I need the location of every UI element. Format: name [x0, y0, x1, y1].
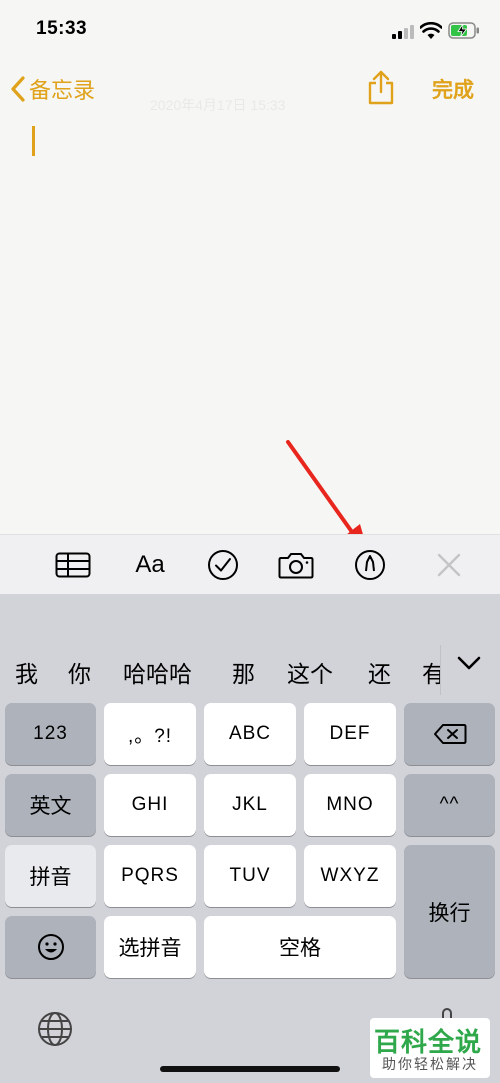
key-pqrs[interactable]: PQRS [104, 845, 196, 907]
emoji-key[interactable] [5, 916, 96, 978]
status-bar: 15:33 [0, 0, 500, 62]
candidate-item[interactable]: 还 [368, 655, 391, 689]
space-key[interactable]: 空格 [204, 916, 396, 978]
cellular-signal-icon [392, 25, 414, 39]
watermark-subtitle: 助你轻松解决 [382, 1056, 478, 1072]
delete-key[interactable] [404, 703, 495, 765]
chevron-down-icon[interactable] [456, 654, 482, 672]
key-jkl[interactable]: JKL [204, 774, 296, 836]
back-button[interactable]: 备忘录 [10, 70, 95, 108]
candidate-item[interactable]: 我 [15, 655, 38, 689]
key-wxyz[interactable]: WXYZ [304, 845, 396, 907]
text-cursor [32, 126, 35, 156]
candidate-divider [440, 645, 441, 695]
candidate-item[interactable]: 哈哈哈 [123, 655, 192, 689]
select-pinyin-key[interactable]: 选拼音 [104, 916, 196, 978]
status-time: 15:33 [36, 18, 88, 39]
key-ghi[interactable]: GHI [104, 774, 196, 836]
key-abc[interactable]: ABC [204, 703, 296, 765]
key-tuv[interactable]: TUV [204, 845, 296, 907]
wifi-icon [420, 22, 442, 39]
table-button[interactable] [53, 548, 93, 582]
emoji-icon [37, 934, 64, 960]
numbers-key[interactable]: 123 [5, 703, 96, 765]
punctuation-key[interactable]: ,。?! [104, 703, 196, 765]
key-mno[interactable]: MNO [304, 774, 396, 836]
candidate-item[interactable]: 那 [232, 655, 255, 689]
checklist-button[interactable] [203, 548, 243, 582]
markup-button[interactable] [350, 548, 390, 582]
back-label: 备忘录 [29, 78, 96, 103]
markup-pen-icon [355, 550, 385, 580]
candidate-item[interactable]: 这个 [287, 655, 333, 689]
done-button[interactable]: 完成 [432, 74, 474, 104]
dismiss-button[interactable] [429, 548, 469, 582]
candidate-item[interactable]: 有 [422, 655, 440, 689]
key-def[interactable]: DEF [304, 703, 396, 765]
battery-charging-icon [448, 22, 479, 39]
checklist-icon [208, 550, 238, 580]
chevron-left-icon [11, 76, 25, 102]
pinyin-key[interactable]: 拼音 [5, 845, 96, 907]
share-icon[interactable] [366, 70, 396, 106]
camera-icon [278, 553, 314, 579]
table-icon [55, 552, 91, 578]
candidate-item[interactable]: 你 [68, 655, 91, 689]
backspace-icon [433, 724, 466, 744]
camera-button[interactable] [276, 548, 316, 582]
home-indicator[interactable] [160, 1066, 340, 1072]
close-icon [437, 553, 461, 577]
return-key[interactable]: 换行 [404, 845, 495, 978]
note-date-watermark: 2020年4月17日 15:33 [150, 97, 286, 113]
english-key[interactable]: 英文 [5, 774, 96, 836]
emoticon-key[interactable]: ^^ [404, 774, 495, 836]
globe-icon[interactable] [36, 1010, 74, 1048]
format-button[interactable]: Aa [130, 548, 170, 582]
note-editor[interactable] [0, 116, 500, 534]
